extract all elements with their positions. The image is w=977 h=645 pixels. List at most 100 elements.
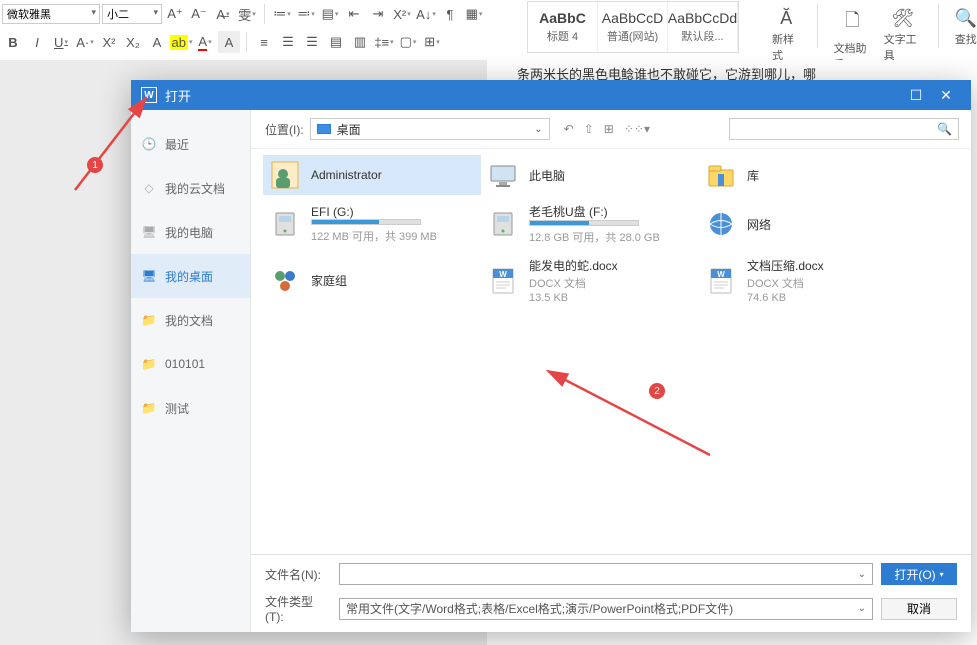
sidebar-item-documents[interactable]: 📁我的文档 (131, 298, 250, 342)
sidebar-item-cloud[interactable]: ◇我的云文档 (131, 166, 250, 210)
file-name: 此电脑 (529, 167, 565, 184)
bullet-list-icon[interactable]: ≔ (271, 3, 293, 25)
file-sub: 12.8 GB 可用，共 28.0 GB (529, 229, 660, 245)
sidebar-item-label: 010101 (165, 357, 205, 371)
styles-drop-icon[interactable]: ▦ (463, 3, 485, 25)
highlight-button[interactable]: ab (170, 31, 192, 53)
chevron-down-icon: ⌄ (534, 124, 542, 135)
style-default[interactable]: AaBbCcDd 默认段... (668, 2, 738, 52)
new-folder-icon[interactable]: ⊞ (604, 122, 614, 136)
drive-usage-bar (529, 220, 639, 226)
sidebar-item-computer[interactable]: 🖥我的电脑 (131, 210, 250, 254)
filename-input[interactable]: ⌄ (339, 563, 873, 585)
search-input[interactable] (736, 122, 937, 136)
bold-button[interactable]: B (2, 31, 24, 53)
new-style-icon: Ᾰ (780, 8, 792, 29)
search-box[interactable]: 🔍 (729, 118, 959, 140)
line-spacing-icon[interactable]: ‡≡ (373, 31, 395, 53)
font-shrink-icon[interactable]: A⁻ (188, 3, 210, 25)
sub-button[interactable]: X² (98, 31, 120, 53)
phonetic-icon[interactable]: 雯 (236, 3, 258, 25)
borders-icon[interactable]: ⊞ (421, 31, 443, 53)
align-justify-icon[interactable]: ▤ (325, 31, 347, 53)
view-mode-icon[interactable]: ⁘⁘▾ (624, 122, 650, 136)
back-icon[interactable]: ↶ (564, 122, 574, 136)
font-grow-icon[interactable]: A⁺ (164, 3, 186, 25)
sidebar: 🕒最近◇我的云文档🖥我的电脑🖥我的桌面📁我的文档📁010101 📁 测试 (131, 110, 251, 632)
file-name: 能发电的蛇.docx (529, 257, 618, 274)
sidebar-item-recent[interactable]: 🕒最近 (131, 122, 250, 166)
font-size-select[interactable] (102, 4, 162, 24)
sort-icon[interactable]: X² (391, 3, 413, 25)
indent-right-icon[interactable]: ⇥ (367, 3, 389, 25)
find-icon: 🔍 (955, 8, 977, 29)
filetype-select[interactable]: 常用文件(文字/Word格式;表格/Excel格式;演示/PowerPoint格… (339, 598, 873, 620)
font-name-select[interactable] (2, 4, 100, 24)
user-icon (269, 159, 301, 191)
file-name: 库 (747, 167, 759, 184)
file-item[interactable]: 网络 (699, 199, 917, 249)
file-type-label: DOCX 文档 (747, 275, 824, 291)
style-sample: AaBbC (539, 10, 586, 26)
file-item[interactable]: EFI (G:)122 MB 可用，共 399 MB (263, 199, 481, 249)
drive-icon (269, 208, 301, 240)
sidebar-item-folder-010101[interactable]: 📁010101 (131, 342, 250, 386)
file-item[interactable]: W能发电的蛇.docxDOCX 文档13.5 KB (481, 253, 699, 308)
folder-test-icon: 📁 (141, 401, 157, 415)
sort2-icon[interactable]: A↓ (415, 3, 437, 25)
style-label: 标题 4 (547, 28, 578, 44)
show-marks-icon[interactable]: ¶ (439, 3, 461, 25)
file-item[interactable]: 此电脑 (481, 155, 699, 195)
shading-icon[interactable]: ▢ (397, 31, 419, 53)
style-heading4[interactable]: AaBbC 标题 4 (528, 2, 598, 52)
group-icon (269, 265, 301, 297)
multilevel-icon[interactable]: ▤ (319, 3, 341, 25)
align-center-icon[interactable]: ☰ (277, 31, 299, 53)
sup-button[interactable]: X₂ (122, 31, 144, 53)
separator (246, 32, 247, 52)
style-normal-web[interactable]: AaBbCcD 普通(网站) (598, 2, 668, 52)
open-dialog: W 打开 ☐ ✕ 🕒最近◇我的云文档🖥我的电脑🖥我的桌面📁我的文档📁010101… (131, 80, 971, 632)
strike-button[interactable]: A· (74, 31, 96, 53)
cancel-button[interactable]: 取消 (881, 598, 957, 620)
up-icon[interactable]: ⇧ (584, 122, 594, 136)
font-effect-button[interactable]: A (146, 31, 168, 53)
style-sample: AaBbCcD (602, 10, 663, 26)
align-left-icon[interactable]: ≡ (253, 31, 275, 53)
chevron-down-icon: ▾ (940, 570, 944, 579)
maximize-button[interactable]: ☐ (901, 80, 931, 110)
indent-left-icon[interactable]: ⇤ (343, 3, 365, 25)
doc-helper-icon: 🗋 (845, 8, 859, 38)
sidebar-item-folder-test[interactable]: 📁 测试 (131, 386, 250, 430)
file-item[interactable]: W文档压缩.docxDOCX 文档74.6 KB (699, 253, 917, 308)
align-dist-icon[interactable]: ▥ (349, 31, 371, 53)
underline-button[interactable]: U (50, 31, 72, 53)
font-color-button[interactable]: A (194, 31, 216, 53)
text-tools-icon: 🛠 (891, 8, 914, 29)
sidebar-item-desktop[interactable]: 🖥我的桌面 (131, 254, 250, 298)
chevron-down-icon: ⌄ (858, 603, 866, 614)
file-sub: 122 MB 可用，共 399 MB (311, 228, 437, 244)
open-button[interactable]: 打开(O) ▾ (881, 563, 957, 585)
new-style-label: 新样式 (772, 31, 801, 63)
file-item[interactable]: Administrator (263, 155, 481, 195)
file-item[interactable]: 老毛桃U盘 (F:)12.8 GB 可用，共 28.0 GB (481, 199, 699, 249)
close-button[interactable]: ✕ (931, 80, 961, 110)
number-list-icon[interactable]: ≕ (295, 3, 317, 25)
find-label: 查找 (955, 31, 977, 47)
annotation-badge-1: 1 (87, 157, 103, 173)
sidebar-item-label: 测试 (165, 400, 189, 417)
file-item[interactable]: 家庭组 (263, 253, 481, 308)
location-select[interactable]: 桌面 ⌄ (310, 118, 550, 140)
file-item[interactable]: 库 (699, 155, 917, 195)
lib-icon (705, 159, 737, 191)
italic-button[interactable]: I (26, 31, 48, 53)
change-case-icon[interactable]: A̶ (212, 3, 234, 25)
file-name: Administrator (311, 168, 382, 182)
sidebar-item-label: 我的文档 (165, 312, 213, 329)
align-right-icon[interactable]: ☰ (301, 31, 323, 53)
location-value: 桌面 (337, 121, 529, 138)
text-tools-label: 文字工具 (884, 31, 922, 63)
char-shade-button[interactable]: A (218, 31, 240, 53)
dialog-title: 打开 (165, 86, 901, 105)
